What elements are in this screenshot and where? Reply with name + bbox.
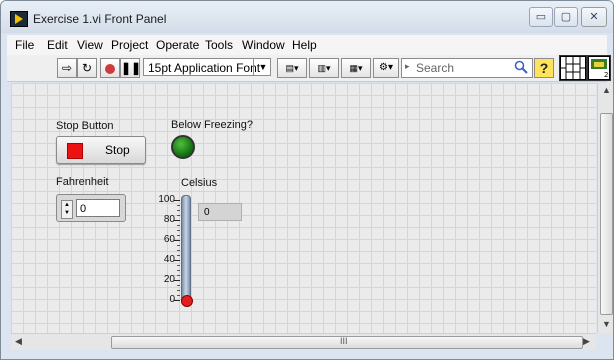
led-label: Below Freezing?	[171, 119, 253, 131]
scale-label-40: 40	[163, 254, 175, 265]
scale-label-0: 0	[169, 294, 175, 305]
minor-tick	[177, 225, 180, 226]
run-continuously-icon[interactable]: ↻	[77, 58, 97, 78]
scale-label-80: 80	[163, 214, 175, 225]
labview-icon	[10, 11, 28, 27]
run-arrow-icon[interactable]: ⇨	[57, 58, 77, 78]
celsius-label: Celsius	[181, 177, 218, 189]
stop-button-text: Stop	[105, 143, 130, 157]
menu-window[interactable]: Window	[242, 38, 285, 52]
horizontal-scrollbar[interactable]: ◀ III ▶	[11, 333, 596, 350]
reorder-icon[interactable]: ⚙▾	[373, 58, 399, 78]
menu-file[interactable]: File	[15, 38, 34, 52]
window-title: Exercise 1.vi Front Panel	[33, 12, 167, 26]
menu-project[interactable]: Project	[111, 38, 148, 52]
major-tick	[174, 280, 180, 281]
toolbar: ⇨ ↻ ❚❚ 15pt Application Font ▼ ▤▾ ▥▾ ▦▾ …	[7, 55, 611, 82]
title-bar: Exercise 1.vi Front Panel ▭ ▢ ✕	[1, 1, 613, 33]
stop-square-icon	[67, 143, 83, 159]
search-input[interactable]: ▸ Search	[401, 58, 533, 78]
minimize-button[interactable]: ▭	[529, 7, 553, 27]
search-placeholder: Search	[416, 61, 455, 75]
chevron-down-icon[interactable]: ▼	[253, 58, 272, 76]
menu-view[interactable]: View	[77, 38, 103, 52]
minor-tick	[177, 265, 180, 266]
minor-tick	[177, 210, 180, 211]
increment-decrement-icon[interactable]: ▲ ▼	[61, 200, 73, 219]
major-tick	[174, 260, 180, 261]
scale-label-20: 20	[163, 274, 175, 285]
close-button[interactable]: ✕	[581, 7, 607, 27]
abort-icon[interactable]	[100, 58, 120, 78]
major-tick	[174, 200, 180, 201]
scroll-grip: III	[340, 336, 348, 346]
scroll-right-icon[interactable]: ▶	[583, 336, 590, 347]
stop-button[interactable]: Stop	[56, 136, 146, 164]
menu-edit[interactable]: Edit	[47, 38, 68, 52]
menu-bar: File Edit View Project Operate Tools Win…	[7, 35, 607, 55]
minor-tick	[177, 205, 180, 206]
vertical-scroll-thumb[interactable]	[600, 113, 613, 315]
scale-label-60: 60	[163, 234, 175, 245]
minor-tick	[177, 230, 180, 231]
fahrenheit-field[interactable]: 0	[76, 199, 120, 217]
minor-tick	[177, 290, 180, 291]
menu-tools[interactable]: Tools	[205, 38, 233, 52]
minor-tick	[177, 250, 180, 251]
vi-icon[interactable]: 2	[587, 55, 611, 81]
minor-tick	[177, 275, 180, 276]
context-help-icon[interactable]: ?	[534, 58, 554, 78]
fahrenheit-control: ▲ ▼ 0	[56, 194, 126, 222]
pause-icon[interactable]: ❚❚	[120, 58, 141, 78]
maximize-button[interactable]: ▢	[554, 7, 578, 27]
thermometer-bulb	[181, 295, 193, 307]
search-icon[interactable]	[514, 60, 528, 74]
distribute-objects-icon[interactable]: ▥▾	[309, 58, 339, 78]
resize-objects-icon[interactable]: ▦▾	[341, 58, 371, 78]
minor-tick	[177, 295, 180, 296]
minor-tick	[177, 255, 180, 256]
font-select[interactable]: 15pt Application Font	[143, 58, 271, 76]
front-panel-canvas[interactable]: Stop Button Stop Below Freezing? Fahrenh…	[11, 83, 596, 333]
minor-tick	[177, 215, 180, 216]
scroll-down-icon[interactable]: ▼	[602, 319, 611, 329]
celsius-digital-display: 0	[198, 203, 242, 221]
connector-pane-icon[interactable]	[559, 55, 587, 81]
thermometer-tube	[181, 195, 191, 305]
scroll-left-icon[interactable]: ◀	[15, 336, 22, 347]
minor-tick	[177, 235, 180, 236]
scale-label-100: 100	[158, 194, 175, 205]
major-tick	[174, 240, 180, 241]
horizontal-scroll-thumb[interactable]: III	[111, 336, 583, 349]
fahrenheit-label: Fahrenheit	[56, 176, 109, 188]
svg-text:2: 2	[604, 71, 608, 79]
stop-button-label: Stop Button	[56, 120, 114, 132]
minor-tick	[177, 270, 180, 271]
major-tick	[174, 220, 180, 221]
search-options-icon[interactable]: ▸	[405, 61, 410, 72]
menu-operate[interactable]: Operate	[156, 38, 199, 52]
align-objects-icon[interactable]: ▤▾	[277, 58, 307, 78]
vertical-scrollbar[interactable]: ▲ ▼	[597, 83, 613, 333]
minor-tick	[177, 245, 180, 246]
minor-tick	[177, 285, 180, 286]
menu-help[interactable]: Help	[292, 38, 317, 52]
below-freezing-led[interactable]	[171, 135, 195, 159]
scroll-up-icon[interactable]: ▲	[602, 85, 611, 95]
front-panel-window: Exercise 1.vi Front Panel ▭ ▢ ✕ File Edi…	[0, 0, 614, 360]
major-tick	[174, 300, 180, 301]
